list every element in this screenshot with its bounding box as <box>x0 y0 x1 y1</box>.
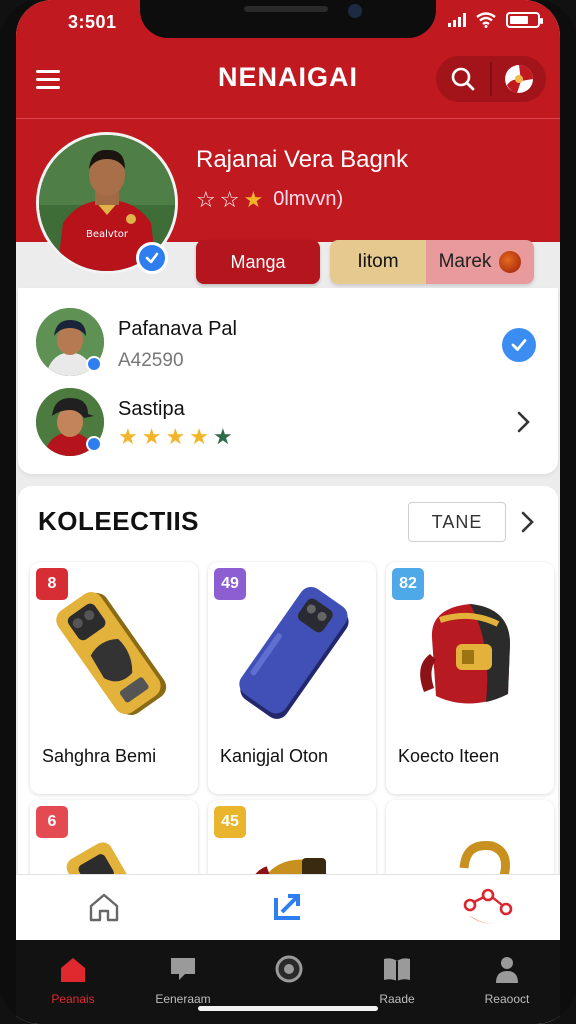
trade-arrow-icon <box>274 894 300 920</box>
tab-label: Peanais <box>51 992 95 1006</box>
collection-item[interactable]: 82 Koecto Iteen <box>386 562 554 794</box>
phone-frame: 3:501 NENAIGAI Rajanai Vera Bagnk ☆ ☆ ★ … <box>0 0 576 1024</box>
signal-icon <box>448 13 466 27</box>
profile-actions: Manga Iitom Marek <box>196 240 534 284</box>
verified-check-button[interactable] <box>502 328 536 362</box>
star-filled-icon: ★ <box>189 424 209 449</box>
list-item[interactable]: Pafanava Pal A42590 <box>36 308 540 378</box>
header-actions <box>436 56 546 102</box>
star-filled-icon: ★ <box>141 424 162 449</box>
friend-name: Pafanava Pal <box>118 318 237 340</box>
action-bar <box>16 874 560 940</box>
search-icon <box>451 67 475 91</box>
book-icon <box>384 958 410 981</box>
item-button[interactable]: Iitom <box>330 240 426 284</box>
ball-icon <box>499 251 522 273</box>
check-icon <box>511 339 527 351</box>
chevron-right-icon[interactable] <box>518 508 538 541</box>
verified-badge <box>136 242 168 274</box>
status-icons <box>448 12 543 28</box>
star-filled-icon: ★ <box>212 424 233 449</box>
home-indicator <box>198 1006 378 1011</box>
collection-item[interactable]: 49 Kanigjal Oton <box>208 562 376 794</box>
tab-home[interactable]: Peanais <box>18 954 128 1006</box>
tab-center[interactable] <box>234 954 344 992</box>
item-caption: Koecto Iteen <box>398 746 500 766</box>
tab-label: Eeneraam <box>155 992 211 1006</box>
star-filled-icon: ★ <box>165 424 186 449</box>
share-button[interactable] <box>460 887 520 927</box>
home-icon <box>61 958 85 982</box>
online-indicator <box>86 356 102 372</box>
tab-label: Reaooct <box>484 992 530 1006</box>
backpack-image <box>420 604 510 704</box>
section-title: KOLEECTIIS <box>38 506 200 536</box>
manga-button[interactable]: Manga <box>196 240 320 284</box>
split-button: Iitom Marek <box>330 240 534 284</box>
battery-icon <box>506 12 543 28</box>
online-indicator <box>86 436 102 452</box>
tab-read[interactable]: Raade <box>342 954 452 1006</box>
rating-text: 0lmvvn) <box>273 188 344 210</box>
bottom-tab-bar: Peanais Eeneraam Raade Reaooct <box>16 940 560 1024</box>
person-icon <box>496 957 518 983</box>
tab-messages[interactable]: Eeneraam <box>128 954 238 1006</box>
profile-menu-button[interactable] <box>492 56 546 102</box>
friend-name: Sastipa <box>118 398 185 420</box>
home-outline-icon <box>89 893 119 922</box>
friend-rating: ★ ★ ★ ★ ★ <box>118 426 233 448</box>
search-button[interactable] <box>436 56 490 102</box>
front-camera <box>348 4 362 18</box>
speaker-grille <box>244 6 328 12</box>
status-time: 3:501 <box>68 12 117 32</box>
star-outline-icon: ☆ <box>196 186 216 212</box>
take-button[interactable]: TANE <box>408 502 506 542</box>
item-caption: Sahghra Bemi <box>42 746 157 766</box>
trade-button[interactable] <box>266 887 310 927</box>
friends-card: Pafanava Pal A42590 Sastipa ★ ★ ★ ★ ★ <box>18 288 558 474</box>
share-icon <box>463 888 513 924</box>
star-filled-icon: ★ <box>118 424 138 449</box>
player-name: Rajanai Vera Bagnk <box>196 146 409 173</box>
market-label: Marek <box>438 251 492 272</box>
tab-label: Raade <box>379 992 415 1006</box>
tab-profile[interactable]: Reaooct <box>452 954 560 1006</box>
market-button[interactable]: Marek <box>426 240 534 284</box>
list-item[interactable]: Sastipa ★ ★ ★ ★ ★ <box>36 388 540 458</box>
jersey-text: Bealvtor <box>86 229 129 240</box>
star-outline-icon: ☆ <box>219 186 240 212</box>
friend-id: A42590 <box>118 350 184 371</box>
header-divider <box>16 118 560 119</box>
home-button[interactable] <box>82 887 126 927</box>
football-icon <box>504 65 533 93</box>
player-rating: ☆ ☆ ★ 0lmvvn) <box>196 188 343 211</box>
wifi-icon <box>476 12 496 28</box>
app-screen: 3:501 NENAIGAI Rajanai Vera Bagnk ☆ ☆ ★ … <box>16 0 560 1024</box>
phone-image <box>239 586 349 719</box>
circle-icon <box>275 955 303 983</box>
camera-notch <box>140 0 436 38</box>
check-icon <box>145 252 159 264</box>
message-icon <box>171 958 195 980</box>
star-filled-icon: ★ <box>243 186 264 212</box>
chevron-right-icon[interactable] <box>514 408 534 441</box>
item-caption: Kanigjal Oton <box>220 746 329 766</box>
collection-item[interactable]: 8 Sahghra Bemi <box>30 562 198 794</box>
gadget-image <box>56 592 167 715</box>
